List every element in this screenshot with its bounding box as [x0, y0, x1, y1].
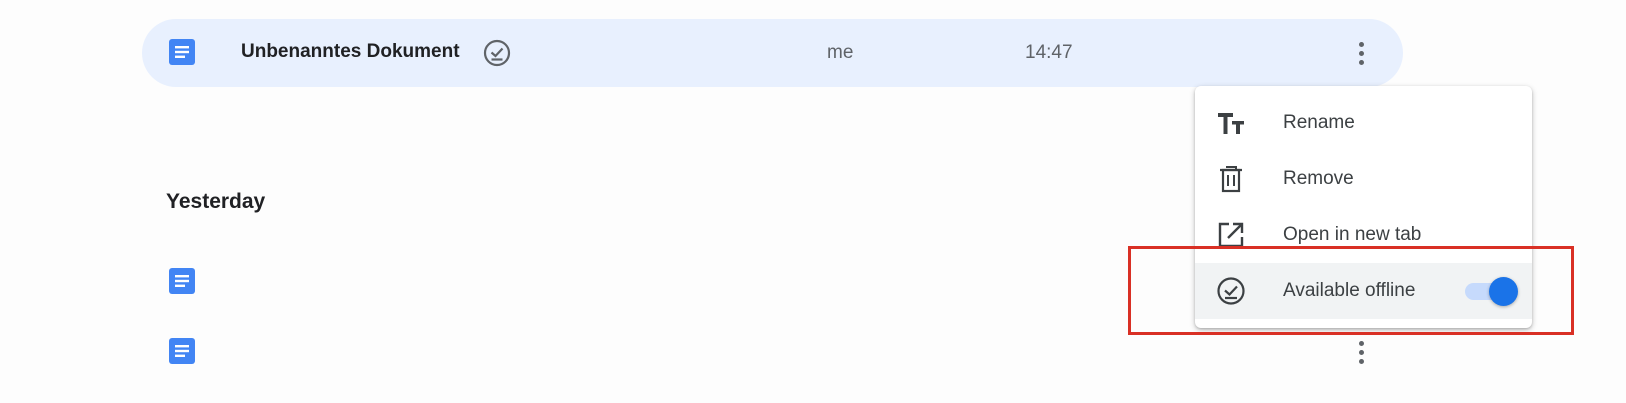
- file-modified-time: 14:47: [1025, 42, 1073, 63]
- text-format-icon: [1216, 108, 1246, 138]
- google-docs-icon[interactable]: [168, 267, 196, 295]
- section-title-yesterday: Yesterday: [166, 190, 266, 213]
- menu-item-label: Rename: [1283, 112, 1355, 133]
- menu-item-remove[interactable]: Remove: [1195, 151, 1532, 207]
- file-owner: me: [827, 42, 854, 63]
- google-docs-icon[interactable]: [168, 337, 196, 365]
- file-title[interactable]: Unbenanntes Dokument: [241, 41, 460, 63]
- menu-item-rename[interactable]: Rename: [1195, 95, 1532, 151]
- menu-item-label: Open in new tab: [1283, 224, 1422, 245]
- file-list-canvas: Unbenanntes Dokument me 14:47 Yesterday …: [0, 0, 1626, 403]
- more-actions-icon[interactable]: [1348, 38, 1374, 68]
- more-actions-icon[interactable]: [1348, 337, 1374, 367]
- offline-check-icon: [482, 38, 512, 68]
- trash-icon: [1216, 164, 1246, 194]
- menu-item-label: Remove: [1283, 168, 1354, 189]
- highlight-box: [1128, 246, 1574, 335]
- google-docs-icon: [168, 38, 196, 66]
